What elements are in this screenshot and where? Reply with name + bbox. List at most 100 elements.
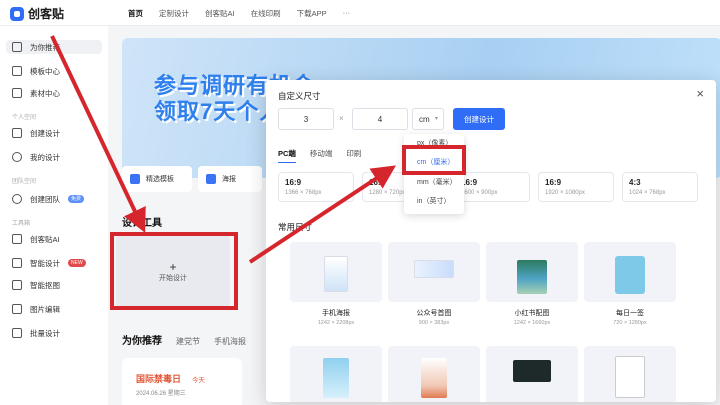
template-mobile-poster[interactable] [290, 242, 382, 302]
template-xiaohongshu[interactable] [486, 242, 578, 302]
preset-ratio: 16:9 [285, 178, 302, 187]
template-card[interactable] [486, 346, 578, 402]
preset-card[interactable]: 16:9 1366 × 768px [278, 172, 354, 202]
height-input[interactable]: 4 [352, 108, 408, 130]
section-team: 团队空间 [12, 179, 37, 185]
nav-download-app[interactable]: 下载APP [297, 8, 327, 19]
preset-dims: 1600 × 900px [461, 190, 498, 196]
template-thumbnail [615, 256, 645, 294]
sidebar-item-create-team[interactable]: 创建团队 免费 [12, 192, 85, 206]
nav-more[interactable]: ··· [343, 8, 351, 19]
template-size: 1242 × 2208px [317, 320, 355, 326]
logo-icon [10, 6, 24, 21]
sidebar-item-label: 创建团队 [30, 194, 60, 204]
nav-ai[interactable]: 创客贴AI [205, 8, 235, 19]
nav-print[interactable]: 在线印刷 [251, 8, 281, 19]
sidebar-item-label: 图片编辑 [30, 304, 60, 314]
unit-value: cm [419, 114, 430, 124]
recommend-tabs: 为你推荐 建党节 手机海报 [122, 332, 246, 347]
unit-option-cm[interactable]: cm（厘米） [417, 157, 454, 167]
custom-size-dialog: 自定义尺寸 × 3 × 4 cm ▾ 创建设计 PC端 移动端 印刷 16:9 13… [266, 80, 716, 402]
template-card[interactable] [584, 346, 676, 402]
preset-card[interactable]: 16:9 1600 × 900px [454, 172, 530, 202]
plus-icon: + [169, 260, 177, 274]
preset-card[interactable]: 4:3 1024 × 768px [622, 172, 698, 202]
unit-select[interactable]: cm ▾ [412, 108, 444, 130]
holiday-title: 国际禁毒日 [136, 374, 182, 384]
sidebar-item-label: 我的设计 [30, 152, 60, 162]
template-card[interactable] [290, 346, 382, 402]
template-thumbnail [615, 356, 645, 398]
template-size: 1242 × 1660px [513, 320, 551, 326]
cutout-icon [12, 280, 22, 290]
home-icon [12, 42, 22, 52]
start-design-card[interactable]: + 开始设计 [116, 234, 230, 310]
holiday-card[interactable]: 国际禁毒日 今天 2024.06.26 星期三 [122, 358, 242, 405]
tab-mobile[interactable]: 移动端 [310, 148, 333, 163]
sidebar-item-label: 为你推荐 [30, 42, 60, 52]
app-name: 创客贴 [28, 7, 65, 21]
common-sizes-title: 常用尺寸 [278, 222, 313, 232]
nav-home[interactable]: 首页 [128, 8, 143, 19]
sidebar-item-for-you[interactable]: 为你推荐 [6, 40, 102, 54]
quick-entry-poster[interactable]: 海报 [198, 166, 262, 192]
sidebar-item-image-edit[interactable]: 图片编辑 [12, 302, 60, 316]
sidebar-item-templates[interactable]: 模板中心 [12, 64, 60, 78]
sidebar-item-label: 素材中心 [30, 88, 60, 98]
sidebar-item-batch-design[interactable]: 批量设计 [12, 326, 60, 340]
holiday-date: 2024.06.26 星期三 [136, 391, 186, 397]
unit-option-in[interactable]: in（英寸） [417, 196, 450, 206]
template-name: 公众号首图 [416, 310, 452, 317]
sidebar-item-my-designs[interactable]: 我的设计 [12, 150, 60, 164]
template-wechat-cover[interactable] [388, 242, 480, 302]
template-thumbnail [323, 358, 349, 398]
template-icon [130, 174, 140, 184]
preset-ratio: 4:3 [629, 178, 641, 187]
sidebar-item-smart-design[interactable]: 智能设计 NEW [12, 256, 86, 270]
create-design-button[interactable]: 创建设计 [453, 108, 505, 130]
tab-print[interactable]: 印刷 [346, 148, 361, 163]
sidebar-item-label: 创建设计 [30, 128, 60, 138]
quick-entry-templates[interactable]: 精选模板 [122, 166, 192, 192]
times-sign: × [339, 114, 344, 123]
app-logo[interactable]: 创客贴 [10, 5, 64, 22]
tab-pc[interactable]: PC端 [278, 148, 296, 163]
template-thumbnail [421, 358, 447, 398]
template-card[interactable] [388, 346, 480, 402]
tab-mobile-poster[interactable]: 手机海报 [214, 336, 246, 347]
quick-label: 精选模板 [146, 176, 174, 183]
preset-dims: 1024 × 768px [629, 190, 666, 196]
preset-dims: 1366 × 768px [285, 190, 322, 196]
sidebar-item-label: 创客贴AI [30, 234, 60, 244]
sidebar-item-ai[interactable]: 创客贴AI [12, 232, 60, 246]
close-icon[interactable]: × [696, 86, 704, 101]
recommend-title: 为你推荐 [122, 336, 162, 347]
nav-custom-design[interactable]: 定制设计 [159, 8, 189, 19]
template-thumbnail [517, 260, 547, 294]
sidebar-item-label: 智能设计 [30, 258, 60, 268]
sidebar-item-smart-cutout[interactable]: 智能抠图 [12, 278, 60, 292]
top-bar: 创客贴 首页 定制设计 创客贴AI 在线印刷 下载APP ··· [0, 0, 720, 26]
template-thumbnail [324, 256, 348, 292]
preset-card[interactable]: 16:9 1920 × 1080px [538, 172, 614, 202]
sidebar-item-label: 模板中心 [30, 66, 60, 76]
quick-label: 海报 [222, 176, 236, 183]
width-input[interactable]: 3 [278, 108, 334, 130]
template-icon [12, 66, 22, 76]
team-icon [12, 194, 22, 204]
ai-icon [12, 234, 22, 244]
tab-party-day[interactable]: 建党节 [176, 336, 200, 347]
sidebar-item-assets[interactable]: 素材中心 [12, 86, 60, 100]
preset-ratio: 16:9 [461, 178, 478, 187]
sidebar-item-create-design[interactable]: 创建设计 [12, 126, 60, 140]
unit-option-mm[interactable]: mm（毫米） [417, 177, 457, 187]
sidebar-item-label: 智能抠图 [30, 280, 60, 290]
unit-dropdown: px（像素） cm（厘米） mm（毫米） in（英寸） [404, 134, 464, 214]
start-design-label: 开始设计 [159, 275, 187, 282]
template-name: 小红书配图 [514, 310, 550, 317]
design-tools-title: 设计工具 [122, 218, 162, 229]
magic-icon [12, 258, 22, 268]
image-icon [12, 304, 22, 314]
template-daily-sign[interactable] [584, 242, 676, 302]
unit-option-px[interactable]: px（像素） [417, 138, 452, 148]
